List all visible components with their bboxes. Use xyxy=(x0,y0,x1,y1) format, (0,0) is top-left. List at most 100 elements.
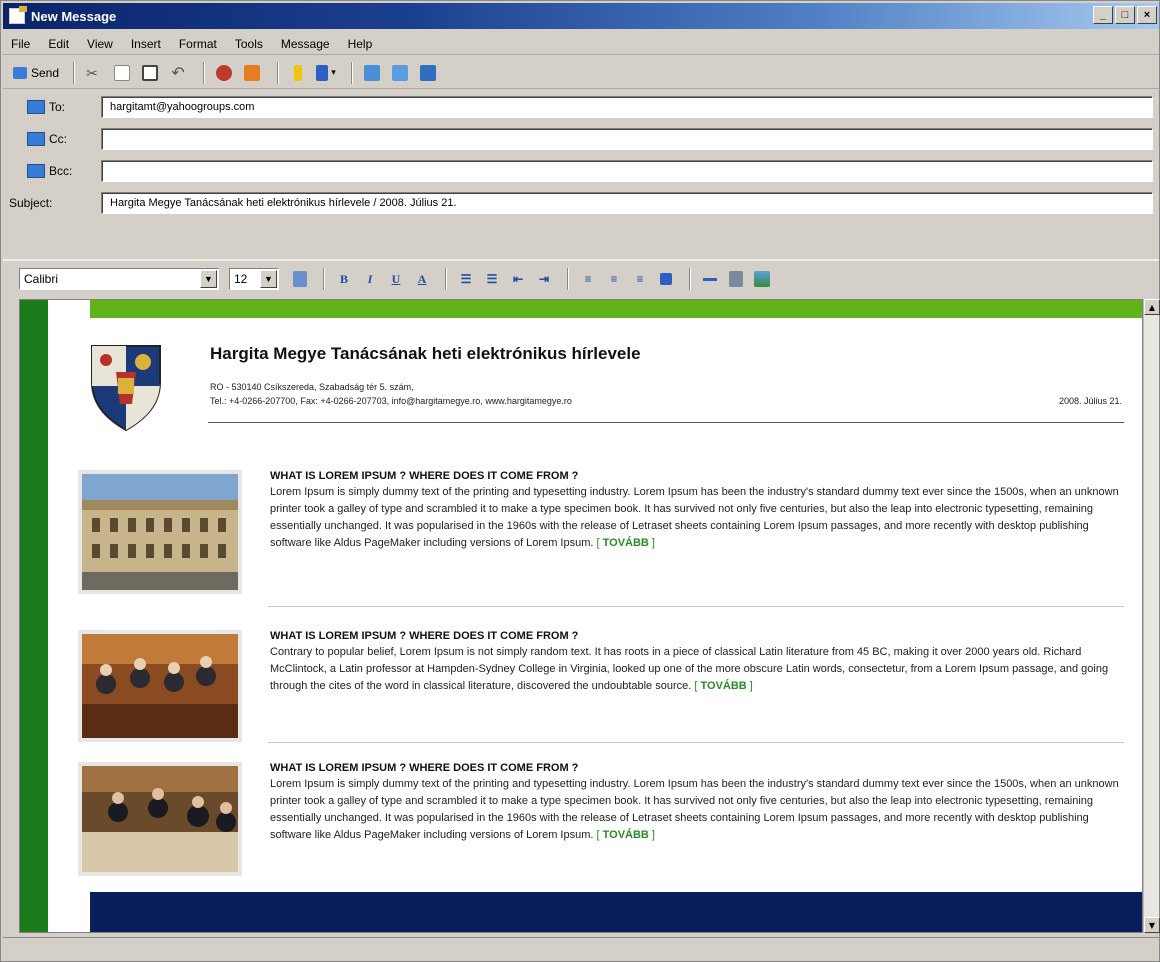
priority-button[interactable]: ▾ xyxy=(315,62,337,84)
scissors-icon: ✂ xyxy=(86,64,98,81)
subject-label: Subject: xyxy=(9,196,53,210)
chevron-down-icon[interactable]: ▼ xyxy=(200,270,217,288)
bullet-list-button[interactable]: ☰ xyxy=(481,268,503,290)
message-window: New Message _ □ × File Edit View Insert … xyxy=(0,0,1160,962)
cc-field[interactable] xyxy=(101,128,1153,150)
vertical-scrollbar[interactable]: ▲ ▼ xyxy=(1143,299,1160,933)
priority-icon xyxy=(316,64,329,81)
toolbar-separator xyxy=(567,268,569,290)
align-left-icon: ≡ xyxy=(584,271,592,286)
window-title: New Message xyxy=(31,8,117,24)
article-photo-building xyxy=(78,470,242,594)
font-select[interactable]: Calibri ▼ xyxy=(19,268,219,290)
font-color-button[interactable]: A xyxy=(411,268,433,290)
menu-edit[interactable]: Edit xyxy=(48,37,69,51)
address-book-icon xyxy=(27,100,45,114)
new-message-icon xyxy=(9,6,27,24)
maximize-button[interactable]: □ xyxy=(1115,6,1135,24)
paste-icon xyxy=(142,64,159,81)
menu-message[interactable]: Message xyxy=(281,37,330,51)
newsletter-address: RO - 530140 Csíkszereda, Szabadság tér 5… xyxy=(210,382,414,392)
font-size-value: 12 xyxy=(234,272,248,286)
address-book-icon xyxy=(27,164,45,178)
horizontal-line-icon xyxy=(703,277,717,281)
more-link[interactable]: TOVÁBB xyxy=(603,537,649,549)
article-heading: WHAT IS LOREM IPSUM ? WHERE DOES IT COME… xyxy=(270,762,579,774)
paragraph-style-button[interactable] xyxy=(289,268,311,290)
message-body[interactable]: Hargita Megye Tanácsának heti elektrónik… xyxy=(19,299,1143,933)
paperclip-icon xyxy=(294,64,303,81)
toolbar-separator xyxy=(203,61,206,84)
increase-indent-button[interactable]: ⇥ xyxy=(533,268,555,290)
insert-picture-button[interactable] xyxy=(751,268,773,290)
article-body-text: Contrary to popular belief, Lorem Ipsum … xyxy=(270,646,1109,692)
close-button[interactable]: × xyxy=(1137,6,1157,24)
spelling-button[interactable] xyxy=(241,62,263,84)
more-link[interactable]: TOVÁBB xyxy=(701,680,747,692)
sign-button[interactable] xyxy=(361,62,383,84)
address-book-icon xyxy=(27,132,45,146)
more-link[interactable]: TOVÁBB xyxy=(603,829,649,841)
align-right-button[interactable]: ≡ xyxy=(629,268,651,290)
align-center-button[interactable]: ≡ xyxy=(603,268,625,290)
cc-label-button[interactable]: Cc: xyxy=(3,132,99,146)
numbered-list-button[interactable]: ☰ xyxy=(455,268,477,290)
bcc-label-button[interactable]: Bcc: xyxy=(3,164,99,178)
check-names-button[interactable] xyxy=(213,62,235,84)
cut-button[interactable]: ✂ xyxy=(83,62,105,84)
menu-insert[interactable]: Insert xyxy=(131,37,161,51)
article-heading: WHAT IS LOREM IPSUM ? WHERE DOES IT COME… xyxy=(270,630,579,642)
toolbar-separator xyxy=(73,61,76,84)
subject-field[interactable]: Hargita Megye Tanácsának heti elektrónik… xyxy=(101,192,1153,214)
justify-icon xyxy=(660,273,672,285)
check-names-icon xyxy=(216,64,233,81)
menu-view[interactable]: View xyxy=(87,37,113,51)
bold-button[interactable]: B xyxy=(333,268,355,290)
address-fields: To: hargitamt@yahoogroups.com Cc: Bcc: S… xyxy=(3,93,1159,253)
article-text: WHAT IS LOREM IPSUM ? WHERE DOES IT COME… xyxy=(270,470,1126,552)
article-photo-meeting xyxy=(78,630,242,742)
newsletter-date: 2008. Július 21. xyxy=(1058,396,1122,406)
to-label-button[interactable]: To: xyxy=(3,100,99,114)
align-left-button[interactable]: ≡ xyxy=(577,268,599,290)
underline-button[interactable]: U xyxy=(385,268,407,290)
menu-file[interactable]: File xyxy=(11,37,30,51)
menu-help[interactable]: Help xyxy=(348,37,373,51)
minimize-button[interactable]: _ xyxy=(1093,6,1113,24)
menu-tools[interactable]: Tools xyxy=(235,37,263,51)
copy-button[interactable] xyxy=(111,62,133,84)
paragraph-style-icon xyxy=(293,271,307,287)
send-button[interactable]: Send xyxy=(13,62,59,84)
encrypt-button[interactable] xyxy=(389,62,411,84)
decrease-indent-button[interactable]: ⇤ xyxy=(507,268,529,290)
offline-button[interactable] xyxy=(417,62,439,84)
bcc-field[interactable] xyxy=(101,160,1153,182)
send-icon xyxy=(13,66,27,79)
attach-button[interactable] xyxy=(287,62,309,84)
justify-button[interactable] xyxy=(655,268,677,290)
to-label: To: xyxy=(49,100,66,114)
sign-icon xyxy=(364,64,381,81)
article-divider xyxy=(268,606,1124,607)
toolbar-separator xyxy=(689,268,691,290)
hyperlink-button[interactable] xyxy=(725,268,747,290)
increase-indent-icon: ⇥ xyxy=(538,271,550,286)
article-body: Lorem Ipsum is simply dummy text of the … xyxy=(270,778,1119,841)
paste-button[interactable] xyxy=(139,62,161,84)
font-size-select[interactable]: 12 ▼ xyxy=(229,268,279,290)
horizontal-line-button[interactable] xyxy=(699,268,721,290)
scroll-down-button[interactable]: ▼ xyxy=(1144,917,1160,933)
footer-band xyxy=(90,892,1142,932)
to-field[interactable]: hargitamt@yahoogroups.com xyxy=(101,96,1153,118)
article-text: WHAT IS LOREM IPSUM ? WHERE DOES IT COME… xyxy=(270,630,1126,695)
italic-button[interactable]: I xyxy=(359,268,381,290)
menu-format[interactable]: Format xyxy=(179,37,217,51)
undo-button[interactable]: ↶ xyxy=(167,62,189,84)
article-body: Contrary to popular belief, Lorem Ipsum … xyxy=(270,646,1109,692)
offline-icon xyxy=(420,64,437,81)
chevron-down-icon[interactable]: ▼ xyxy=(260,270,277,288)
decrease-indent-icon: ⇤ xyxy=(512,271,524,286)
scroll-up-button[interactable]: ▲ xyxy=(1144,299,1160,315)
insert-picture-icon xyxy=(754,271,770,287)
menu-bar: File Edit View Insert Format Tools Messa… xyxy=(3,33,1159,55)
